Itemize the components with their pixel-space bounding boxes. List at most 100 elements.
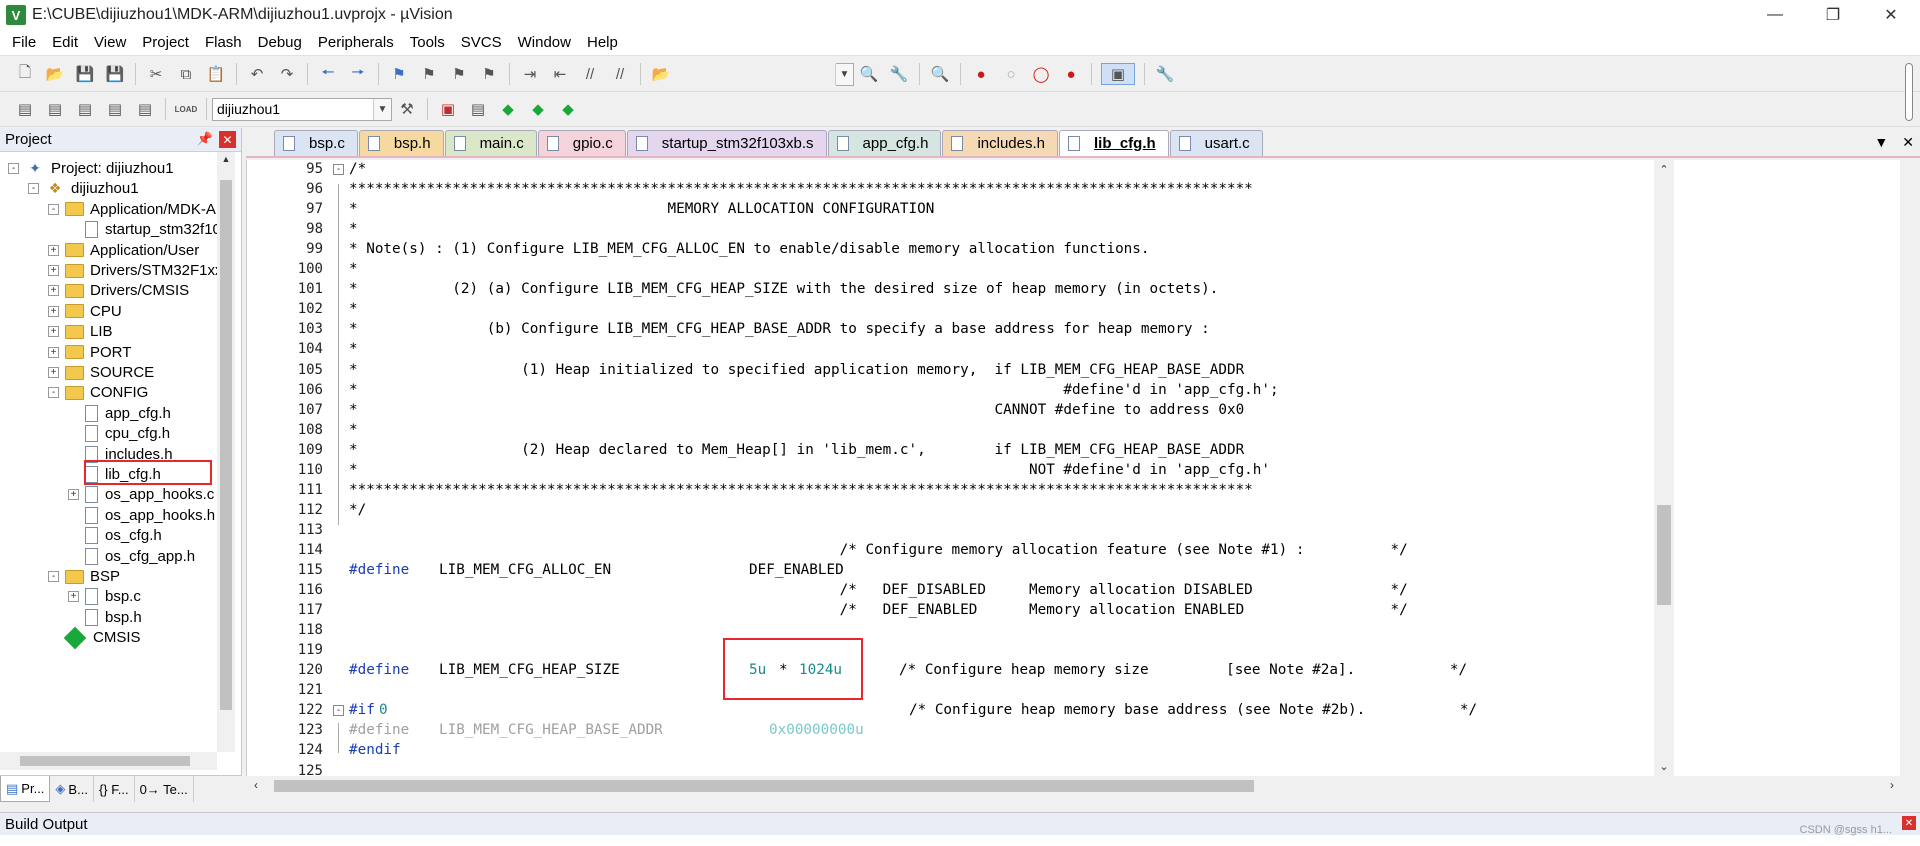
close-window-button[interactable]: ✕ xyxy=(1862,0,1920,30)
next-bookmark-icon[interactable]: ⚑ xyxy=(448,63,470,85)
unindent-icon[interactable]: ⇤ xyxy=(549,63,571,85)
tab-functions[interactable]: {} F... xyxy=(94,776,135,802)
copy-icon[interactable]: ⧉ xyxy=(175,63,197,85)
editor-horizontal-scrollbar[interactable]: ‹ › xyxy=(246,776,1920,796)
editor-tab[interactable]: usart.c xyxy=(1169,130,1263,156)
editor-tab[interactable]: startup_stm32f103xb.s xyxy=(626,130,827,156)
editor-tab[interactable]: main.c xyxy=(444,130,537,156)
expand-icon[interactable]: + xyxy=(48,265,59,276)
menu-file[interactable]: File xyxy=(4,30,44,56)
cut-icon[interactable]: ✂ xyxy=(145,63,167,85)
find-replace-icon[interactable]: 🔧 xyxy=(888,63,910,85)
file-extensions-icon[interactable]: ▣ xyxy=(437,98,459,120)
editor-vertical-scrollbar[interactable]: ⌃ ⌄ xyxy=(1654,160,1674,776)
expand-icon[interactable]: + xyxy=(48,244,59,256)
build-icon[interactable]: ▤ xyxy=(44,98,66,120)
editor-tab[interactable]: bsp.c xyxy=(274,130,358,156)
prev-bookmark-icon[interactable]: ⚑ xyxy=(418,63,440,85)
expand-icon[interactable]: + xyxy=(48,367,59,378)
bookmark-icon[interactable]: ⚑ xyxy=(388,63,410,85)
expand-icon[interactable]: + xyxy=(68,591,79,603)
expand-icon[interactable]: + xyxy=(68,489,79,501)
indent-icon[interactable]: ⇥ xyxy=(519,63,541,85)
scroll-up-icon[interactable]: ▲ xyxy=(217,154,235,164)
target-select[interactable]: dijiuzhou1 ▼ xyxy=(212,97,392,121)
editor-tab[interactable]: app_cfg.h xyxy=(827,130,942,156)
menu-window[interactable]: Window xyxy=(510,30,579,56)
code-editor[interactable]: 95 96 97 98 99 100 101 102 103 104 105 106 107 108 109… xyxy=(246,160,1900,779)
pack-installer-icon[interactable]: ◆ xyxy=(497,98,519,120)
configure-icon[interactable]: 🔧 xyxy=(1154,63,1176,85)
toolbar-overflow-scrollbar[interactable] xyxy=(1900,57,1920,127)
restore-button[interactable]: ❐ xyxy=(1804,0,1862,30)
collapse-icon[interactable]: - xyxy=(333,705,344,717)
save-all-icon[interactable]: 💾 xyxy=(104,63,126,85)
tab-list-dropdown-icon[interactable]: ▼ xyxy=(1874,134,1888,151)
rebuild-icon[interactable]: ▤ xyxy=(74,98,96,120)
expand-icon[interactable]: + xyxy=(48,285,59,297)
comment-icon[interactable]: // xyxy=(579,63,601,85)
close-icon[interactable]: ✕ xyxy=(219,131,236,148)
disable-all-breakpoints-icon[interactable]: ◯ xyxy=(1030,63,1052,85)
menu-svcs[interactable]: SVCS xyxy=(453,30,510,56)
editor-tab[interactable]: lib_cfg.h xyxy=(1058,130,1169,156)
select-packs-icon[interactable]: ◆ xyxy=(527,98,549,120)
menu-project[interactable]: Project xyxy=(134,30,197,56)
expand-icon[interactable]: + xyxy=(48,305,59,317)
scroll-left-icon[interactable]: ‹ xyxy=(254,778,258,792)
scroll-right-icon[interactable]: › xyxy=(1890,778,1894,792)
menu-peripherals[interactable]: Peripherals xyxy=(310,30,402,56)
manage-project-items-icon[interactable]: ▤ xyxy=(467,98,489,120)
expand-icon[interactable]: + xyxy=(48,346,59,358)
menu-flash[interactable]: Flash xyxy=(197,30,250,56)
manage-run-time-environment-icon[interactable]: ◆ xyxy=(557,98,579,120)
scroll-up-icon[interactable]: ⌃ xyxy=(1654,163,1674,176)
collapse-icon[interactable]: - xyxy=(48,571,59,582)
disable-breakpoint-icon[interactable]: ○ xyxy=(1000,63,1022,85)
new-file-icon[interactable]: 🗋 xyxy=(14,63,36,85)
scroll-down-icon[interactable]: ⌄ xyxy=(1654,760,1674,773)
target-options-icon[interactable]: ⚒ xyxy=(396,98,418,120)
save-icon[interactable]: 💾 xyxy=(74,63,96,85)
breakpoint-icon[interactable]: ● xyxy=(970,63,992,85)
close-icon[interactable]: ✕ xyxy=(1902,816,1916,830)
tree-vertical-scrollbar[interactable]: ▲ xyxy=(217,152,235,752)
navigate-back-icon[interactable]: 🠔 xyxy=(317,63,339,85)
pin-icon[interactable]: 📌 xyxy=(197,131,213,147)
navigate-forward-icon[interactable]: 🠖 xyxy=(347,63,369,85)
redo-icon[interactable]: ↷ xyxy=(276,63,298,85)
kill-breakpoints-icon[interactable]: ● xyxy=(1060,63,1082,85)
menu-help[interactable]: Help xyxy=(579,30,626,56)
tab-books[interactable]: ◈ B... xyxy=(50,776,94,802)
menu-view[interactable]: View xyxy=(86,30,134,56)
uncomment-icon[interactable]: // xyxy=(609,63,631,85)
clear-bookmarks-icon[interactable]: ⚑ xyxy=(478,63,500,85)
collapse-icon[interactable]: - xyxy=(48,203,59,215)
debug-session-icon[interactable]: 🔍 xyxy=(929,63,951,85)
editor-tab[interactable]: bsp.h xyxy=(358,130,444,156)
window-layout-icon[interactable]: ▣ xyxy=(1101,63,1135,85)
tab-templates[interactable]: 0→ Te... xyxy=(135,776,194,802)
editor-tab[interactable]: gpio.c xyxy=(537,130,626,156)
find-in-files-icon[interactable]: 📂 xyxy=(650,63,672,85)
paste-icon[interactable]: 📋 xyxy=(205,63,227,85)
editor-tab[interactable]: includes.h xyxy=(942,130,1058,156)
expand-icon[interactable]: + xyxy=(48,326,59,338)
load-icon[interactable]: LOAD xyxy=(175,98,198,120)
tab-project[interactable]: ▤ Pr... xyxy=(0,776,51,802)
tree-horizontal-scrollbar[interactable] xyxy=(0,752,217,770)
collapse-icon[interactable]: - xyxy=(28,183,39,195)
batch-build-icon[interactable]: ▤ xyxy=(104,98,126,120)
minimize-button[interactable]: — xyxy=(1746,0,1804,30)
tree-item[interactable]: CMSIS xyxy=(48,625,141,650)
collapse-icon[interactable]: - xyxy=(8,163,19,174)
incremental-find-icon[interactable]: 🔍 xyxy=(858,63,880,85)
undo-icon[interactable]: ↶ xyxy=(246,63,268,85)
collapse-icon[interactable]: - xyxy=(333,164,344,175)
menu-debug[interactable]: Debug xyxy=(250,30,310,56)
close-tab-icon[interactable]: ✕ xyxy=(1902,134,1914,151)
collapse-icon[interactable]: - xyxy=(48,387,59,399)
stop-build-icon[interactable]: ▤ xyxy=(134,98,156,120)
menu-edit[interactable]: Edit xyxy=(44,30,86,56)
find-combo[interactable]: ▼ xyxy=(835,62,854,86)
